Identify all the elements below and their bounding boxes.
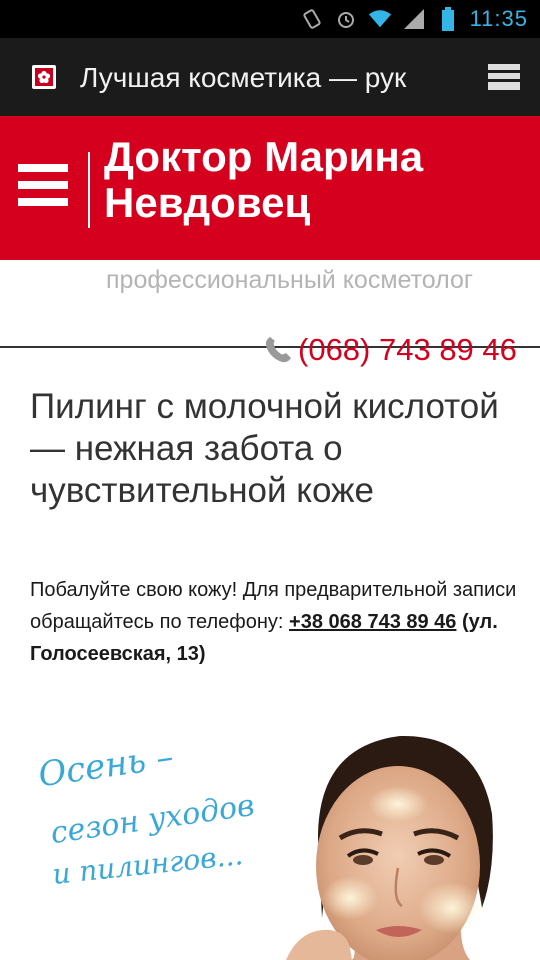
alarm-icon (334, 7, 358, 31)
status-icons: 11:35 (300, 4, 528, 34)
signal-icon (402, 7, 426, 31)
rotate-icon (300, 7, 324, 31)
tagline: профессиональный косметолог (106, 266, 473, 294)
intro-phone-link[interactable]: +38 068 743 89 46 (289, 611, 456, 633)
status-bar: 11:35 (0, 0, 540, 38)
browser-title-bar: Лучшая косметика — рук (0, 38, 540, 116)
wifi-icon (368, 7, 392, 31)
intro-paragraph: Побалуйте свою кожу! Для предварительной… (30, 574, 520, 670)
autumn-peeling-banner: Осень – сезон уходов и пилингов... (0, 718, 540, 960)
hamburger-menu-icon[interactable] (18, 164, 68, 210)
clock: 11:35 (469, 6, 528, 31)
tabs-icon[interactable] (486, 62, 522, 92)
battery-icon (436, 7, 460, 31)
flower-icon (32, 65, 56, 89)
phone-number[interactable]: (068) 743 89 46 (298, 330, 517, 370)
browser-page-title[interactable]: Лучшая косметика — рук (80, 60, 470, 96)
article-title: Пилинг с молочной кислотой — нежная забо… (30, 387, 499, 510)
phone-icon (262, 334, 294, 366)
header-phone[interactable]: (068) 743 89 46 (262, 330, 517, 370)
site-name[interactable]: Доктор Марина Невдовец (104, 134, 524, 226)
header-divider (88, 152, 90, 228)
